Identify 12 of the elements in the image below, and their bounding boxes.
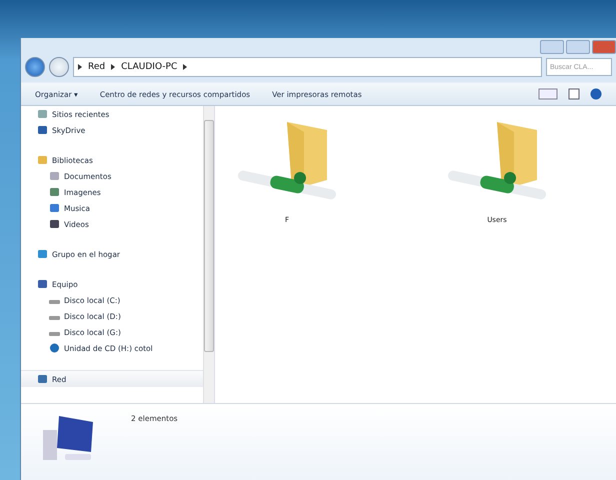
chevron-icon — [78, 64, 82, 70]
breadcrumb-segment[interactable]: Red — [88, 62, 106, 72]
chevron-icon — [111, 64, 116, 70]
chevron-icon — [183, 64, 188, 70]
back-button[interactable] — [25, 57, 45, 77]
close-button[interactable] — [592, 40, 616, 54]
breadcrumb-segment[interactable]: CLAUDIO-PC — [121, 62, 178, 72]
maximize-button[interactable] — [566, 40, 590, 54]
minimize-button[interactable] — [540, 40, 564, 54]
address-bar[interactable]: Red CLAUDIO-PC — [73, 57, 542, 77]
forward-button[interactable] — [49, 57, 69, 77]
scrollbar-thumb[interactable] — [204, 120, 214, 352]
